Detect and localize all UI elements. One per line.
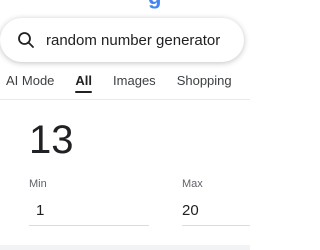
tab-images[interactable]: Images [113, 66, 156, 88]
search-icon[interactable] [16, 30, 36, 50]
search-tabs: AI Mode All Images Shopping [6, 66, 250, 96]
tab-shopping[interactable]: Shopping [177, 66, 232, 88]
page: g AI Mode All Images Shopping 13 Min Max [0, 0, 250, 250]
max-field[interactable] [182, 198, 250, 226]
search-input[interactable] [46, 31, 236, 49]
generated-number: 13 [29, 118, 74, 162]
logo-letter-shape: g [148, 0, 161, 8]
tab-all[interactable]: All [75, 66, 92, 93]
google-logo-fragment[interactable]: g [148, 0, 161, 8]
tabs-divider [0, 99, 250, 100]
min-input[interactable] [29, 198, 149, 222]
min-label: Min [29, 178, 47, 190]
max-input[interactable] [182, 198, 250, 222]
bottom-edge [0, 245, 250, 250]
max-label: Max [182, 178, 203, 190]
search-box[interactable] [0, 18, 244, 62]
tab-ai-mode[interactable]: AI Mode [6, 66, 54, 88]
min-field[interactable] [29, 198, 149, 226]
